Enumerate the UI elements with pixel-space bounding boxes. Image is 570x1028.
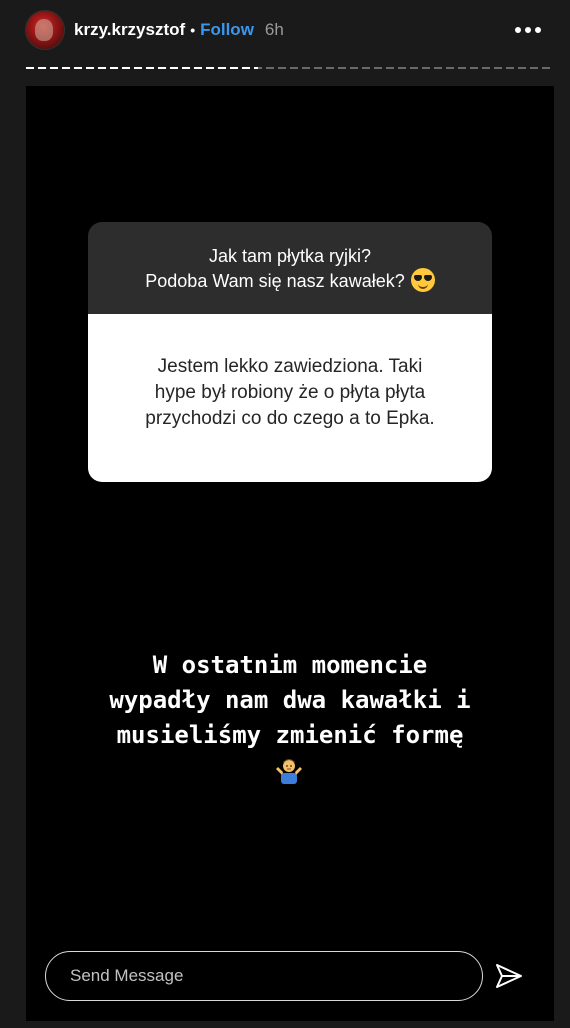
progress-fill xyxy=(26,67,259,69)
more-dot xyxy=(515,27,521,33)
answer-line-1: Jestem lekko zawiedziona. Taki xyxy=(157,356,423,377)
caption-line-1: W ostatnim momencie xyxy=(152,651,428,679)
question-sticker: Jak tam płytka ryjki? Podoba Wam się nas… xyxy=(88,222,492,482)
question-line-1: Jak tam płytka ryjki? xyxy=(208,246,372,266)
header-meta: krzy.krzysztof • Follow 6h xyxy=(74,18,284,42)
answer-line-2: hype był robiony że o płyta płyta xyxy=(154,382,426,403)
answer-body: Jestem lekko zawiedziona. Taki hype był … xyxy=(88,314,492,482)
more-dot xyxy=(525,27,531,33)
story-viewer: krzy.krzysztof • Follow 6h Jak tam płytk… xyxy=(0,0,570,1028)
username[interactable]: krzy.krzysztof xyxy=(74,20,185,40)
more-options-icon[interactable] xyxy=(510,18,546,42)
more-dot xyxy=(535,27,541,33)
smiling-face-with-sunglasses-icon xyxy=(410,268,435,292)
question-header: Jak tam płytka ryjki? Podoba Wam się nas… xyxy=(88,222,492,314)
question-line-2-text: Podoba Wam się nasz kawałek? xyxy=(145,271,405,291)
send-paper-plane-icon[interactable] xyxy=(494,961,524,991)
avatar-face xyxy=(35,19,53,41)
caption-line-3: musieliśmy zmienić formę xyxy=(116,721,464,749)
send-message-input[interactable] xyxy=(45,951,483,1001)
story-header: krzy.krzysztof • Follow 6h xyxy=(0,0,570,60)
follow-button[interactable]: Follow xyxy=(200,20,254,40)
answer-line-3: przychodzi co do czego a to Epka. xyxy=(145,408,435,429)
separator-dot: • xyxy=(190,22,196,38)
post-time: 6h xyxy=(264,20,284,39)
caption-line-2: wypadły nam dwa kawałki i xyxy=(109,686,471,714)
man-shrugging-icon xyxy=(276,759,302,784)
story-caption: W ostatnim momencie wypadły nam dwa kawa… xyxy=(26,648,554,753)
avatar[interactable] xyxy=(26,11,64,49)
question-line-2: Podoba Wam się nasz kawałek? xyxy=(88,268,492,293)
story-content[interactable]: Jak tam płytka ryjki? Podoba Wam się nas… xyxy=(26,86,554,1021)
story-progress-bar xyxy=(26,67,554,70)
